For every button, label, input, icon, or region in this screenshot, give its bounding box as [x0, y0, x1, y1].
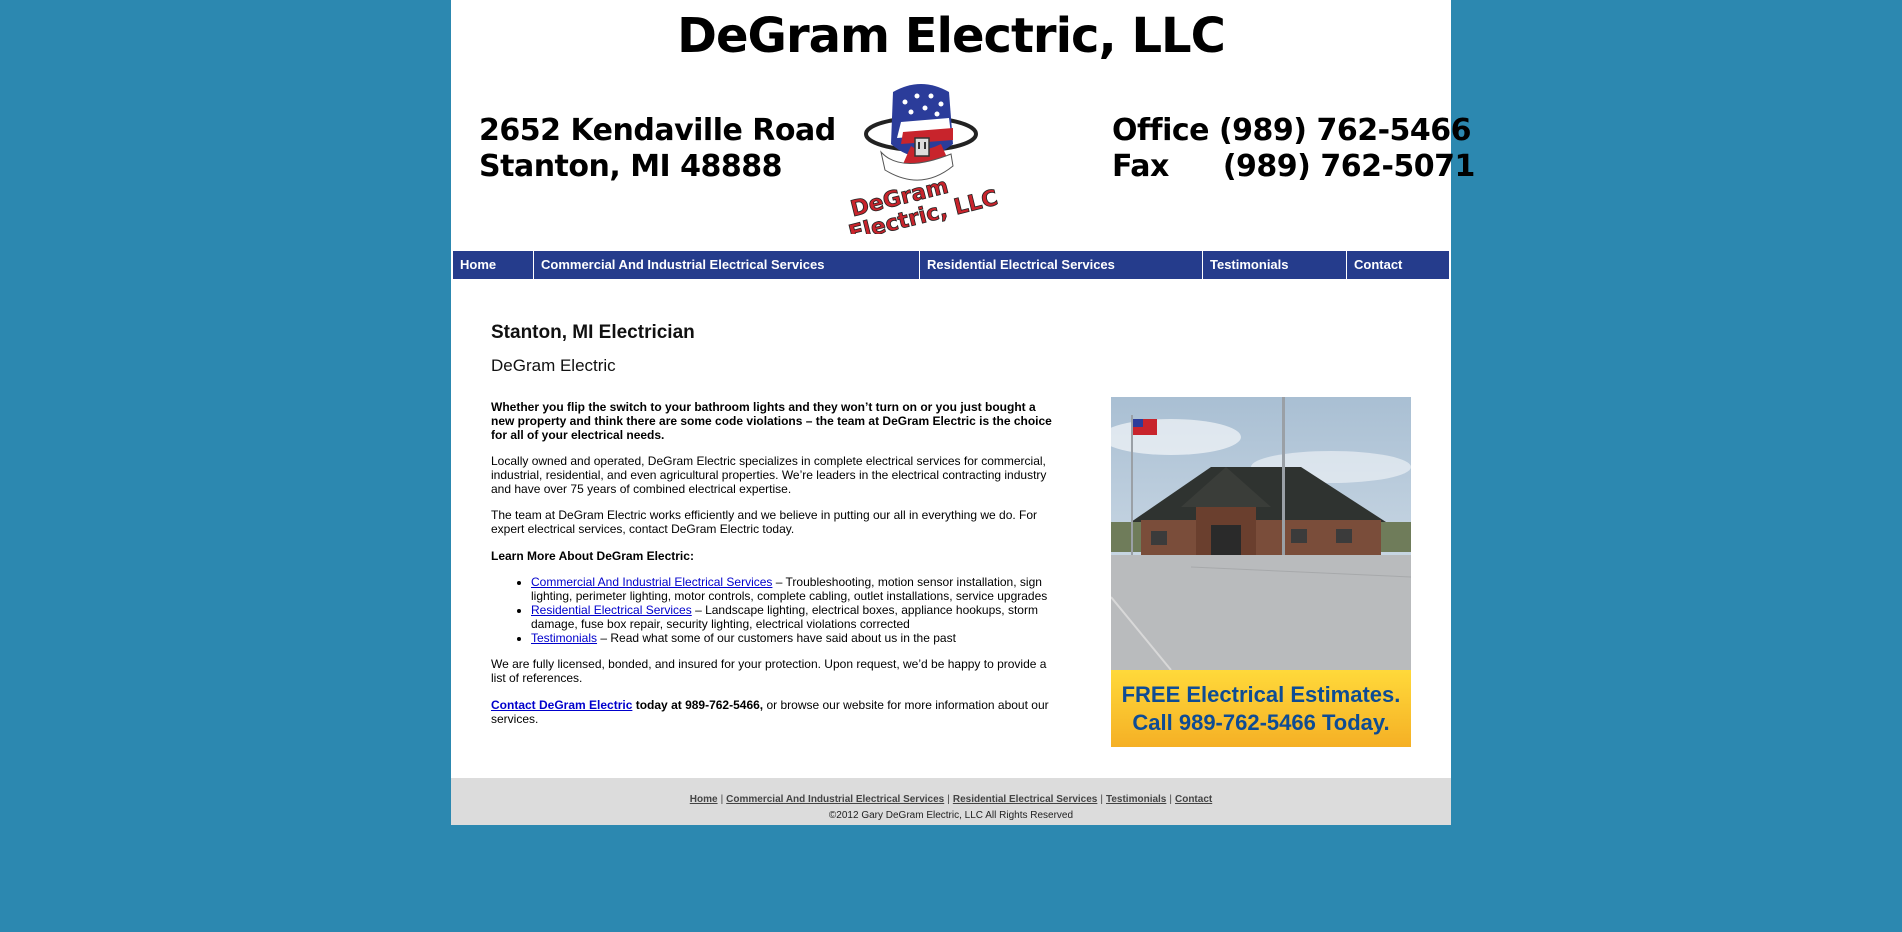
footer-separator: | [720, 794, 724, 805]
fax-number: (989) 762-5071 [1222, 149, 1476, 184]
main-content: Stanton, MI Electrician DeGram Electric … [491, 318, 1056, 726]
logo-plug-icon [864, 84, 978, 181]
licensed-paragraph: We are fully licensed, bonded, and insur… [491, 657, 1047, 685]
nav-item-residential[interactable]: Residential Electrical Services [920, 251, 1203, 279]
building-photo [1111, 397, 1411, 671]
learn-more-heading: Learn More About DeGram Electric: [491, 549, 694, 563]
nav-item-testimonials[interactable]: Testimonials [1203, 251, 1347, 279]
footer-separator: | [1169, 794, 1172, 805]
office-phone: Office (989) 762-5466 [1112, 113, 1472, 148]
company-logo: DeGram Electric, LLC [846, 84, 1001, 234]
footer-link-contact[interactable]: Contact [1175, 794, 1212, 805]
address-line-1: 2652 Kendaville Road [479, 113, 836, 148]
fax-label: Fax [1112, 149, 1169, 184]
page-subheading: DeGram Electric [491, 356, 616, 375]
testimonials-link[interactable]: Testimonials [531, 631, 597, 645]
list-item: Residential Electrical Services – Landsc… [531, 603, 1056, 631]
footer-link-commercial[interactable]: Commercial And Industrial Electrical Ser… [726, 794, 944, 805]
fax-line: Fax (989) 762-5071 [1112, 149, 1475, 185]
commercial-services-link[interactable]: Commercial And Industrial Electrical Ser… [531, 575, 772, 589]
list-item: Commercial And Industrial Electrical Ser… [531, 575, 1056, 603]
contact-degram-link[interactable]: Contact DeGram Electric [491, 698, 632, 712]
contact-phone-text: today at 989-762-5466, [632, 698, 764, 712]
footer: Home | Commercial And Industrial Electrica… [451, 778, 1451, 825]
address-block: 2652 Kendaville Road Stanton, MI 48888 [479, 113, 836, 185]
address-line-2: Stanton, MI 48888 [479, 149, 783, 184]
main-nav: Home Commercial And Industrial Electrica… [453, 251, 1449, 279]
nav-item-home[interactable]: Home [453, 251, 534, 279]
banner-line-2: Call 989-762-5466 Today. [1132, 710, 1390, 735]
footer-links: Home | Commercial And Industrial Electrica… [451, 778, 1451, 805]
nav-item-contact[interactable]: Contact [1347, 251, 1449, 279]
promo-image: FREE Electrical Estimates. Call 989-762-… [1111, 397, 1411, 747]
site-title: DeGram Electric, LLC [677, 8, 1226, 64]
contact-paragraph: Contact DeGram Electric today at 989-762… [491, 698, 1056, 726]
page-heading: Stanton, MI Electrician [491, 322, 695, 343]
about-paragraph: Locally owned and operated, DeGram Elect… [491, 454, 1047, 496]
footer-link-testimonials[interactable]: Testimonials [1106, 794, 1166, 805]
footer-link-home[interactable]: Home [690, 794, 718, 805]
intro-paragraph: Whether you flip the switch to your bath… [491, 400, 1052, 442]
service-description: – Read what some of our customers have s… [597, 631, 956, 645]
copyright: ©2012 Gary DeGram Electric, LLC All Righ… [828, 810, 1074, 821]
phone-block: Office (989) 762-5466 Fax (989) 762-5071 [1112, 113, 1475, 185]
page-container: DeGram Electric, LLC 2652 Kendaville Roa… [451, 0, 1475, 825]
free-estimates-banner: FREE Electrical Estimates. Call 989-762-… [1111, 670, 1411, 747]
footer-link-residential[interactable]: Residential Electrical Services [953, 794, 1098, 805]
list-item: Testimonials – Read what some of our cus… [531, 631, 1056, 645]
footer-separator: | [947, 794, 950, 805]
residential-services-link[interactable]: Residential Electrical Services [531, 603, 692, 617]
team-paragraph: The team at DeGram Electric works effici… [491, 508, 1038, 536]
footer-separator: | [1100, 794, 1103, 805]
services-list: Commercial And Industrial Electrical Ser… [491, 575, 1056, 645]
nav-item-commercial[interactable]: Commercial And Industrial Electrical Ser… [534, 251, 920, 279]
banner-line-1: FREE Electrical Estimates. [1121, 682, 1401, 707]
